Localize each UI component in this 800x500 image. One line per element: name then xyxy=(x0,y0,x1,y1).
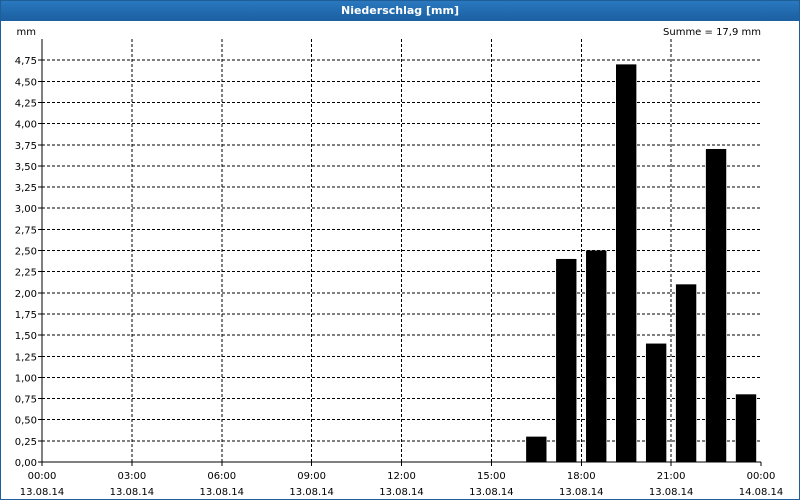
y-tick-label: 4,50 xyxy=(15,77,37,88)
x-tick-label-time: 18:00 xyxy=(567,471,596,482)
y-tick-label: 1,00 xyxy=(15,373,37,384)
bar xyxy=(705,148,727,462)
y-tick-label: 2,75 xyxy=(15,225,37,236)
x-tick-label-date: 13.08.14 xyxy=(559,487,604,498)
precipitation-chart: 0,00 0,25 0,50 0,75 1,00 1,25 1,50 1,75 2,00 2,25… xyxy=(15,27,784,498)
y-tick-label: 0,50 xyxy=(15,416,37,427)
chart-window: Niederschlag [mm] 0,00 0,25 0,50 0,75 1,00 1,… xyxy=(0,0,800,500)
x-tick-label-date: 13.08.14 xyxy=(289,487,334,498)
bar xyxy=(616,64,637,462)
y-tick-label: 0,25 xyxy=(15,437,37,448)
y-tick-label: 3,25 xyxy=(15,183,37,194)
x-tick-label-time: 09:00 xyxy=(297,471,326,482)
y-tick-label: 2,25 xyxy=(15,268,37,279)
y-tick-label: 1,25 xyxy=(15,352,37,363)
x-tick-label-time: 06:00 xyxy=(207,471,236,482)
y-tick-label: 1,50 xyxy=(15,331,37,342)
sum-annotation: Summe = 17,9 mm xyxy=(663,27,761,38)
x-tick-label-time: 15:00 xyxy=(477,471,506,482)
x-tick-label-date: 13.08.14 xyxy=(649,487,694,498)
x-tick-label-date: 13.08.14 xyxy=(199,487,244,498)
y-tick-label: 3,50 xyxy=(15,162,37,173)
x-tick-label-time: 00:00 xyxy=(747,471,776,482)
x-tick-label-date: 13.08.14 xyxy=(469,487,514,498)
y-tick-label: 1,75 xyxy=(15,310,37,321)
y-axis-label: mm xyxy=(17,27,36,38)
x-tick-label-date: 14.08.14 xyxy=(739,487,784,498)
bar xyxy=(645,343,667,462)
y-tick-label: 2,50 xyxy=(15,247,37,258)
y-tick-label: 4,25 xyxy=(15,98,37,109)
bar xyxy=(735,394,757,462)
bar xyxy=(556,258,577,462)
x-tick-label-date: 13.08.14 xyxy=(20,487,65,498)
y-tick-label: 2,00 xyxy=(15,289,37,300)
x-tick-label-time: 21:00 xyxy=(657,471,686,482)
bar xyxy=(526,436,547,462)
y-tick-label: 0,00 xyxy=(15,458,37,469)
y-tick-label: 4,00 xyxy=(15,120,37,131)
y-tick-label: 4,75 xyxy=(15,56,37,67)
x-tick-label-date: 13.08.14 xyxy=(379,487,424,498)
x-tick-label-time: 03:00 xyxy=(117,471,146,482)
y-tick-label: 0,75 xyxy=(15,395,37,406)
x-tick-label-time: 12:00 xyxy=(387,471,416,482)
window-title: Niederschlag [mm] xyxy=(1,1,799,21)
bar xyxy=(586,250,607,462)
y-tick-label: 3,00 xyxy=(15,204,37,215)
x-tick-label-time: 00:00 xyxy=(28,471,57,482)
x-tick-label-date: 13.08.14 xyxy=(110,487,155,498)
y-tick-label: 3,75 xyxy=(15,141,37,152)
bar xyxy=(675,284,697,462)
